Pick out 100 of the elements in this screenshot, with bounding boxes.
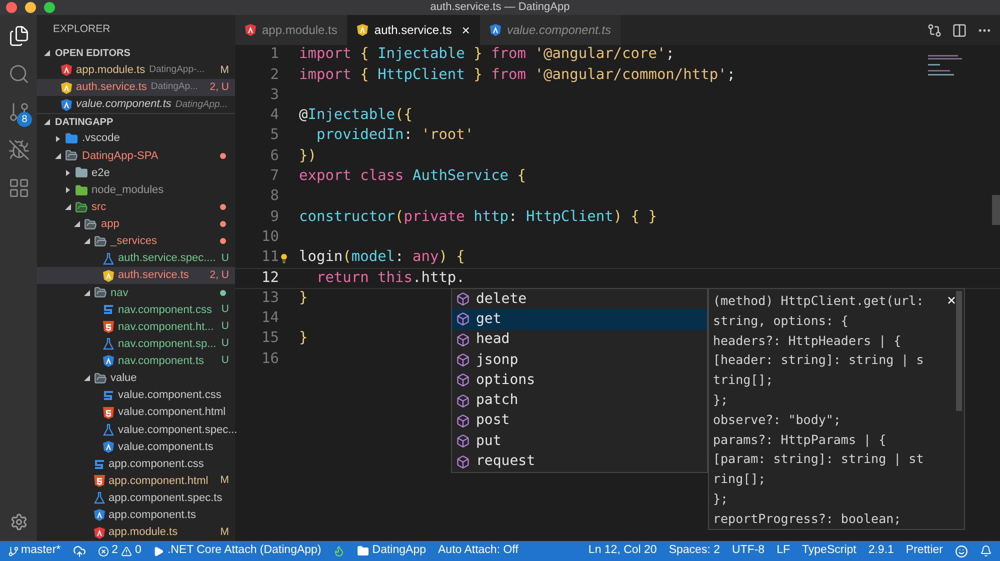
branch-status[interactable]: master* bbox=[8, 542, 61, 560]
file-row[interactable]: value.component.spec... bbox=[37, 421, 235, 438]
status-item[interactable]: TypeScript bbox=[802, 542, 856, 560]
file-row[interactable]: auth.service.spec.... U bbox=[37, 250, 235, 268]
auto-attach-status[interactable]: Auto Attach: Off bbox=[438, 542, 518, 560]
smiley-icon[interactable] bbox=[955, 544, 968, 558]
signature-text: }; bbox=[713, 490, 728, 508]
line-number: 12 bbox=[260, 268, 279, 288]
scrollbar-thumb[interactable] bbox=[992, 195, 1000, 225]
expanded-arrow-icon[interactable] bbox=[44, 50, 50, 56]
status-item[interactable]: UTF-8 bbox=[732, 542, 765, 560]
folder-row[interactable]: .vscode bbox=[37, 130, 235, 148]
file-name: nav bbox=[110, 286, 130, 301]
folder-row[interactable]: src bbox=[37, 198, 235, 216]
method-icon bbox=[456, 292, 470, 306]
folder-row[interactable]: _services bbox=[37, 232, 235, 250]
file-row[interactable]: nav.component.ht... U bbox=[37, 318, 235, 336]
status-item[interactable]: Ln 12, Col 20 bbox=[588, 542, 657, 560]
file-row[interactable]: nav.component.sp... U bbox=[37, 336, 235, 353]
file-row[interactable]: app.module.ts M bbox=[37, 524, 235, 542]
search-icon bbox=[8, 63, 30, 85]
file-name: app.module.ts bbox=[76, 63, 146, 78]
code-line: return this.http. bbox=[315, 268, 465, 288]
settings-icon[interactable] bbox=[10, 513, 28, 531]
suggestion-item[interactable]: jsonp bbox=[452, 350, 707, 370]
method-icon bbox=[456, 454, 470, 469]
collapsed-arrow-icon[interactable] bbox=[64, 187, 70, 194]
bug-icon bbox=[8, 139, 30, 161]
suggestion-item[interactable]: request bbox=[452, 451, 707, 472]
folder-icon bbox=[94, 372, 106, 385]
editor-tab[interactable]: value.component.ts bbox=[480, 15, 622, 45]
suggestion-item[interactable]: post bbox=[452, 410, 707, 432]
flame-icon[interactable] bbox=[333, 545, 346, 557]
file-name: nav.component.ts bbox=[118, 354, 206, 370]
open-editor-item[interactable]: auth.service.ts DatingAp... 2, U bbox=[37, 78, 235, 96]
expanded-arrow-icon[interactable] bbox=[84, 290, 90, 296]
suggestion-item[interactable]: delete bbox=[452, 289, 707, 310]
suggestion-item[interactable]: get bbox=[452, 309, 707, 330]
minimize-window-button[interactable] bbox=[25, 2, 36, 13]
git-status: M bbox=[220, 524, 229, 540]
tab-close-button[interactable]: × bbox=[462, 20, 470, 40]
file-row[interactable]: auth.service.ts 2, U bbox=[37, 267, 235, 284]
file-name: .vscode bbox=[82, 131, 121, 146]
file-name: DatingApp-SPA bbox=[82, 148, 160, 164]
section-header[interactable]: DATINGAPP bbox=[37, 113, 235, 130]
suggestion-item[interactable]: put bbox=[452, 431, 707, 452]
git-activity-button[interactable]: 8 bbox=[0, 93, 37, 131]
expanded-arrow-icon[interactable] bbox=[64, 204, 70, 210]
folder-row[interactable]: nav bbox=[37, 284, 235, 302]
collapsed-arrow-icon[interactable] bbox=[55, 136, 61, 142]
editor-tab[interactable]: app.module.ts bbox=[235, 15, 348, 45]
folder-icon bbox=[357, 545, 370, 557]
folder-row[interactable]: node_modules bbox=[37, 182, 235, 199]
file-row[interactable]: value.component.css bbox=[37, 387, 235, 404]
file-row[interactable]: app.component.ts bbox=[37, 506, 235, 524]
folder-row[interactable]: e2e bbox=[37, 164, 235, 182]
bell-icon[interactable] bbox=[980, 545, 992, 557]
open-editor-item[interactable]: value.component.ts DatingApp... bbox=[37, 96, 235, 114]
section-header[interactable]: OPEN EDITORS bbox=[37, 44, 235, 62]
file-row[interactable]: app.component.css bbox=[37, 456, 235, 473]
html-file-icon bbox=[94, 475, 104, 488]
status-item[interactable]: LF bbox=[776, 542, 790, 560]
file-row[interactable]: app.component.html M bbox=[37, 472, 235, 490]
expanded-arrow-icon[interactable] bbox=[44, 119, 50, 126]
folder-row[interactable]: app bbox=[37, 216, 235, 233]
git-status: U bbox=[221, 302, 229, 318]
editor-tab[interactable]: auth.service.ts × bbox=[347, 15, 480, 45]
file-name: auth.service.ts bbox=[118, 268, 190, 284]
file-row[interactable]: app.component.spec.ts bbox=[37, 490, 235, 507]
close-window-button[interactable] bbox=[6, 2, 17, 13]
maximize-window-button[interactable] bbox=[44, 2, 55, 13]
status-item[interactable]: Prettier bbox=[906, 542, 943, 560]
file-row[interactable]: value.component.ts bbox=[37, 438, 235, 456]
file-row[interactable]: nav.component.ts U bbox=[37, 352, 235, 370]
compare-icon[interactable] bbox=[927, 22, 942, 38]
code-line: import { HttpClient } from '@angular/common/http'; bbox=[298, 66, 736, 85]
lightbulb-icon[interactable] bbox=[279, 252, 289, 264]
folder-row[interactable]: DatingApp-SPA bbox=[37, 147, 235, 164]
open-editor-item[interactable]: app.module.ts DatingApp-... M bbox=[37, 62, 235, 79]
expanded-arrow-icon[interactable] bbox=[74, 221, 80, 228]
file-row[interactable]: nav.component.css U bbox=[37, 301, 235, 318]
suggestion-item[interactable]: head bbox=[452, 330, 707, 350]
file-name: value.component.ts bbox=[118, 440, 214, 455]
split-editor-icon[interactable] bbox=[952, 22, 967, 38]
folder-row[interactable]: value bbox=[37, 370, 235, 387]
file-row[interactable]: value.component.html bbox=[37, 404, 235, 422]
close-details-button[interactable]: × bbox=[946, 289, 956, 312]
suggestion-item[interactable]: patch bbox=[452, 390, 707, 411]
status-item[interactable]: 2.9.1 bbox=[868, 542, 894, 560]
expanded-arrow-icon[interactable] bbox=[84, 375, 90, 382]
collapsed-arrow-icon[interactable] bbox=[64, 170, 70, 176]
expanded-arrow-icon[interactable] bbox=[55, 152, 61, 159]
expanded-arrow-icon[interactable] bbox=[84, 238, 90, 244]
status-item[interactable]: Spaces: 2 bbox=[668, 542, 720, 560]
folder-status[interactable]: DatingApp bbox=[357, 542, 426, 560]
tab-label: value.component.ts bbox=[506, 22, 612, 39]
problems-status[interactable]: 2 0 bbox=[98, 542, 142, 560]
sync-icon[interactable] bbox=[72, 544, 86, 558]
debug-status[interactable]: .NET Core Attach (DatingApp) bbox=[153, 542, 322, 560]
suggestion-item[interactable]: options bbox=[452, 370, 707, 390]
